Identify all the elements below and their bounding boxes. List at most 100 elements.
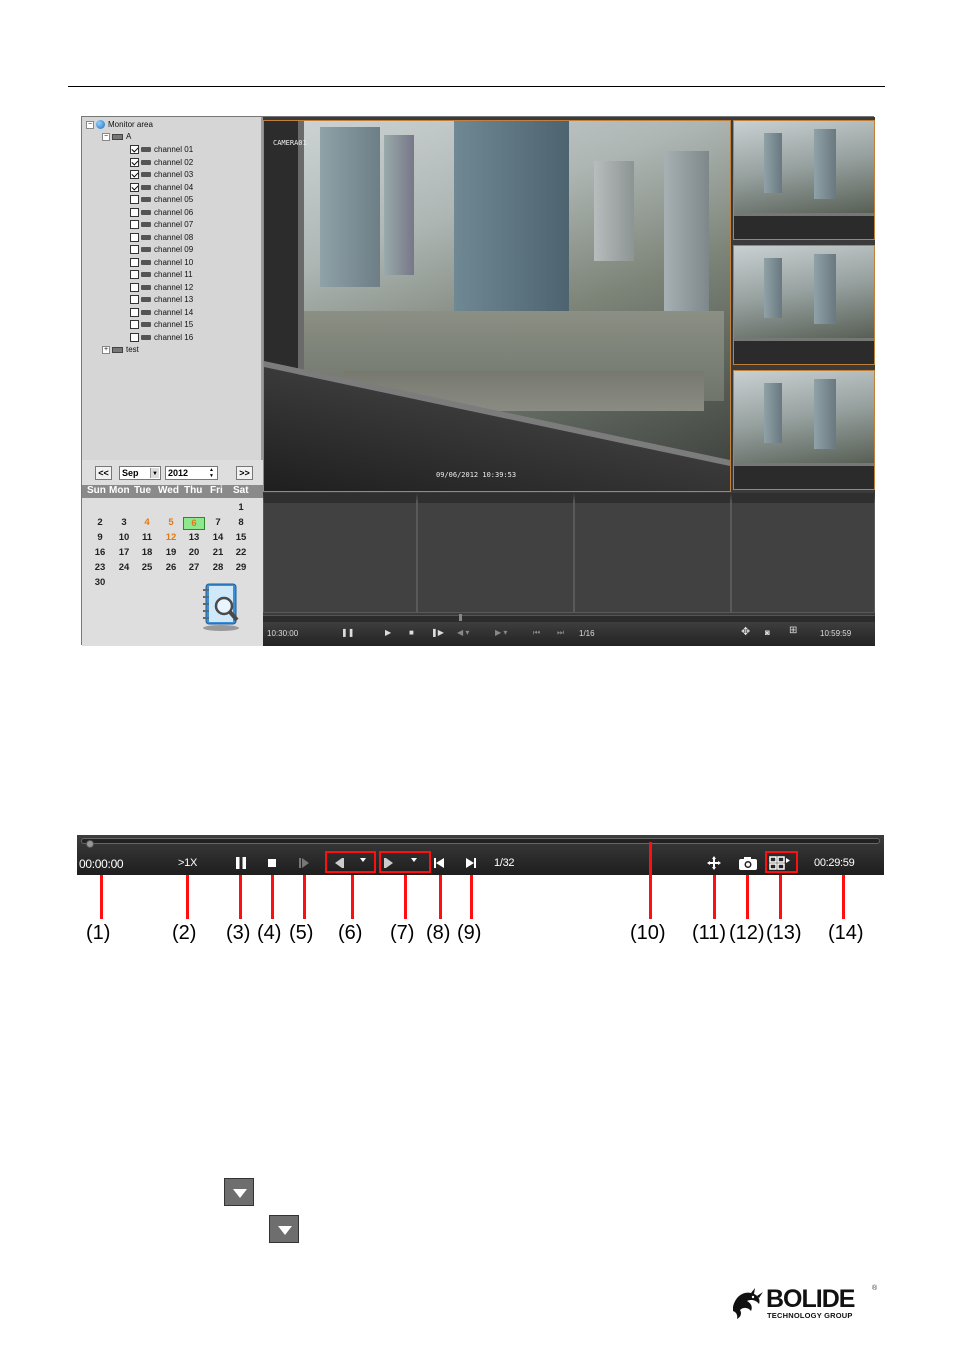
empty-video-window[interactable] — [263, 493, 417, 613]
timeline-knob[interactable] — [459, 614, 462, 621]
tree-channel-item[interactable]: channel 03 — [130, 169, 193, 181]
pause-icon[interactable] — [233, 855, 249, 871]
calendar-day[interactable]: 19 — [160, 547, 182, 558]
channel-checkbox[interactable] — [130, 170, 139, 180]
channel-checkbox[interactable] — [130, 295, 139, 305]
calendar-day[interactable]: 13 — [183, 532, 205, 543]
empty-video-window[interactable] — [574, 493, 731, 613]
stop-icon[interactable]: ■ — [409, 629, 414, 637]
tree-channel-item[interactable]: channel 14 — [130, 307, 193, 319]
calendar-day[interactable]: 1 — [230, 502, 252, 513]
tree-channel-item[interactable]: channel 01 — [130, 144, 193, 156]
calendar-day[interactable]: 22 — [230, 547, 252, 558]
thumbnail-video-3[interactable] — [733, 370, 875, 490]
tree-channel-item[interactable]: channel 08 — [130, 232, 193, 244]
slider-knob[interactable] — [86, 840, 94, 848]
calendar-day[interactable]: 17 — [113, 547, 135, 558]
step-frame-icon[interactable] — [296, 855, 312, 871]
speed-up-icon[interactable]: ▶ ▾ — [495, 629, 507, 637]
pause-icon[interactable]: ❚❚ — [341, 629, 354, 637]
thumbnail-video-1[interactable] — [733, 120, 875, 240]
calendar-day[interactable]: 27 — [183, 562, 205, 573]
calendar-day[interactable]: 7 — [207, 517, 229, 528]
tree-channel-item[interactable]: channel 04 — [130, 182, 193, 194]
empty-video-window[interactable] — [417, 493, 574, 613]
tree-group-test[interactable]: + test — [102, 344, 139, 356]
calendar-day[interactable]: 2 — [89, 517, 111, 528]
timeline-slider[interactable] — [263, 614, 875, 622]
calendar-day[interactable]: 15 — [230, 532, 252, 543]
empty-video-window[interactable] — [731, 493, 875, 613]
chevron-down-icon[interactable]: ▼ — [150, 468, 159, 478]
camera-icon[interactable]: ◙ — [765, 629, 770, 637]
calendar-day[interactable]: 26 — [160, 562, 182, 573]
tree-channel-item[interactable]: channel 12 — [130, 282, 193, 294]
calendar-day[interactable]: 9 — [89, 532, 111, 543]
channel-checkbox[interactable] — [130, 195, 139, 205]
spin-arrows-icon[interactable]: ▲ ▼ — [207, 467, 216, 479]
stop-icon[interactable] — [264, 855, 280, 871]
move-icon[interactable] — [706, 855, 722, 871]
tree-channel-item[interactable]: channel 13 — [130, 294, 193, 306]
play-icon[interactable]: ▶ — [385, 629, 391, 637]
calendar-day[interactable]: 3 — [113, 517, 135, 528]
calendar-day[interactable]: 29 — [230, 562, 252, 573]
channel-checkbox[interactable] — [130, 270, 139, 280]
calendar-day[interactable]: 28 — [207, 562, 229, 573]
calendar-day[interactable]: 18 — [136, 547, 158, 558]
expand-icon[interactable]: + — [102, 345, 110, 354]
calendar-day[interactable]: 14 — [207, 532, 229, 543]
camera-icon[interactable] — [738, 855, 758, 871]
slow-down-icon[interactable]: ◀ ▾ — [457, 629, 469, 637]
channel-checkbox[interactable] — [130, 207, 139, 217]
channel-checkbox[interactable] — [130, 145, 139, 155]
channel-checkbox[interactable] — [130, 220, 139, 230]
calendar-day[interactable]: 16 — [89, 547, 111, 558]
tree-channel-item[interactable]: channel 10 — [130, 257, 193, 269]
calendar-day[interactable]: 21 — [207, 547, 229, 558]
calendar-day[interactable]: 23 — [89, 562, 111, 573]
search-record-icon[interactable] — [200, 580, 242, 632]
tree-channel-item[interactable]: channel 02 — [130, 157, 193, 169]
tree-channel-item[interactable]: channel 16 — [130, 332, 193, 344]
next-icon[interactable] — [463, 855, 479, 871]
calendar-day[interactable]: 5 — [160, 517, 182, 528]
channel-checkbox[interactable] — [130, 182, 139, 192]
calendar-day[interactable]: 20 — [183, 547, 205, 558]
year-spinner[interactable]: 2012 ▲ ▼ — [165, 466, 218, 480]
calendar-day[interactable]: 6 — [183, 517, 205, 530]
channel-checkbox[interactable] — [130, 157, 139, 167]
main-video-window[interactable]: CAMERA01 09/06/2012 10:39:53 — [263, 120, 731, 492]
month-select[interactable]: Sep ▼ — [119, 466, 161, 480]
move-icon[interactable]: ✥ — [741, 627, 750, 638]
calendar-day[interactable]: 11 — [136, 532, 158, 543]
calendar-day[interactable]: 4 — [136, 517, 158, 528]
tree-channel-item[interactable]: channel 06 — [130, 207, 193, 219]
next-icon[interactable]: ⏭ — [557, 629, 564, 637]
calendar-day[interactable]: 10 — [113, 532, 135, 543]
channel-checkbox[interactable] — [130, 282, 139, 292]
prev-month-button[interactable]: << — [95, 466, 112, 480]
tree-channel-item[interactable]: channel 05 — [130, 194, 193, 206]
calendar-day[interactable]: 24 — [113, 562, 135, 573]
calendar-day[interactable]: 8 — [230, 517, 252, 528]
tree-channel-item[interactable]: channel 11 — [130, 269, 193, 281]
tree-channel-item[interactable]: channel 15 — [130, 319, 193, 331]
step-frame-icon[interactable]: ❚▶ — [431, 629, 444, 637]
channel-checkbox[interactable] — [130, 320, 139, 330]
calendar-day[interactable]: 12 — [160, 532, 182, 543]
next-month-button[interactable]: >> — [236, 466, 253, 480]
tree-channel-item[interactable]: channel 07 — [130, 219, 193, 231]
progress-slider[interactable] — [81, 838, 880, 848]
thumbnail-video-2[interactable] — [733, 245, 875, 365]
tree-channel-item[interactable]: channel 09 — [130, 244, 193, 256]
previous-icon[interactable]: ⏮ — [533, 629, 540, 637]
tree-group-a[interactable]: − A — [102, 131, 131, 143]
channel-checkbox[interactable] — [130, 307, 139, 317]
channel-checkbox[interactable] — [130, 332, 139, 342]
collapse-icon[interactable]: − — [102, 132, 110, 141]
collapse-icon[interactable]: − — [86, 120, 94, 129]
tree-root[interactable]: − Monitor area — [86, 119, 153, 131]
channel-checkbox[interactable] — [130, 245, 139, 255]
calendar-day[interactable]: 30 — [89, 577, 111, 588]
